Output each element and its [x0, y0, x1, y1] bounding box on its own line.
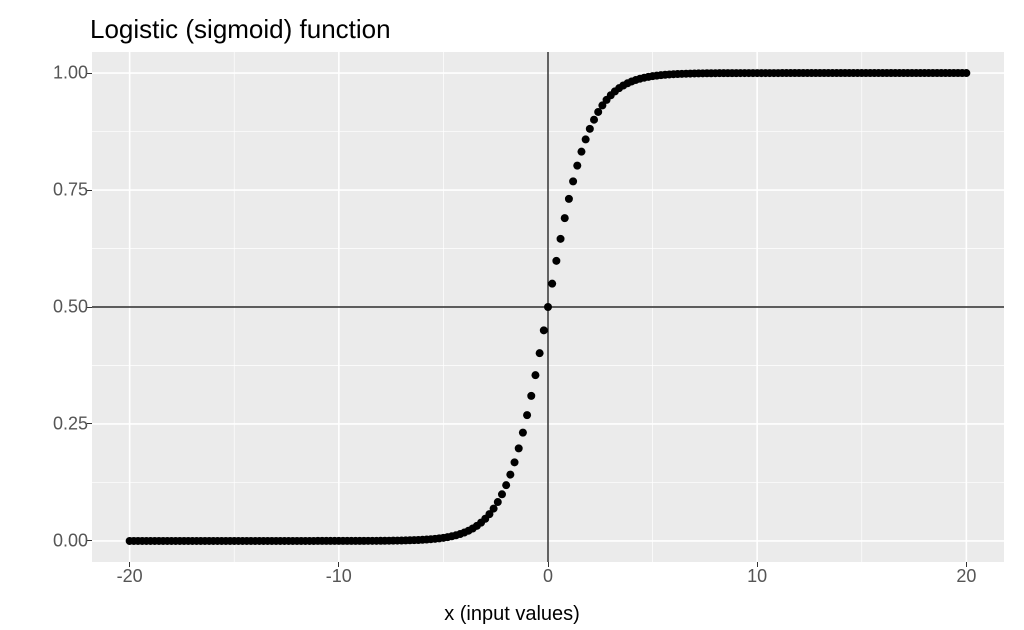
- y-tick-label: 0.75: [53, 180, 88, 201]
- x-axis-label: x (input values): [444, 603, 580, 626]
- chart-container: Logistic (sigmoid) function y or f(x) (o…: [0, 0, 1024, 630]
- y-tick-label: 0.00: [53, 530, 88, 551]
- x-tick-label: -20: [117, 566, 143, 587]
- data-point: [531, 371, 539, 379]
- data-point: [506, 471, 514, 479]
- data-point: [519, 429, 527, 437]
- data-point: [490, 505, 498, 513]
- data-point: [962, 69, 970, 77]
- data-point: [523, 411, 531, 419]
- data-point: [565, 195, 573, 203]
- data-point: [582, 135, 590, 143]
- x-tick-label: -10: [326, 566, 352, 587]
- plot-panel: [92, 52, 1004, 562]
- data-point: [573, 162, 581, 170]
- data-point: [586, 125, 594, 133]
- data-point: [557, 235, 565, 243]
- data-point: [527, 392, 535, 400]
- x-tick-label: 0: [543, 566, 553, 587]
- chart-title: Logistic (sigmoid) function: [90, 14, 391, 45]
- data-point: [569, 177, 577, 185]
- data-point: [590, 116, 598, 124]
- y-tick-label: 0.50: [53, 297, 88, 318]
- data-point: [502, 481, 510, 489]
- data-point: [494, 498, 502, 506]
- data-point: [544, 303, 552, 311]
- data-point: [540, 326, 548, 334]
- data-point: [498, 490, 506, 498]
- plot-svg: [92, 52, 1004, 562]
- data-point: [511, 458, 519, 466]
- y-tick-label: 0.25: [53, 413, 88, 434]
- data-point: [561, 214, 569, 222]
- data-point: [594, 108, 602, 116]
- data-point: [577, 148, 585, 156]
- data-point: [536, 349, 544, 357]
- y-tick-label: 1.00: [53, 63, 88, 84]
- x-tick-label: 20: [956, 566, 976, 587]
- x-tick-label: 10: [747, 566, 767, 587]
- data-point: [552, 257, 560, 265]
- data-point: [515, 444, 523, 452]
- data-point: [548, 280, 556, 288]
